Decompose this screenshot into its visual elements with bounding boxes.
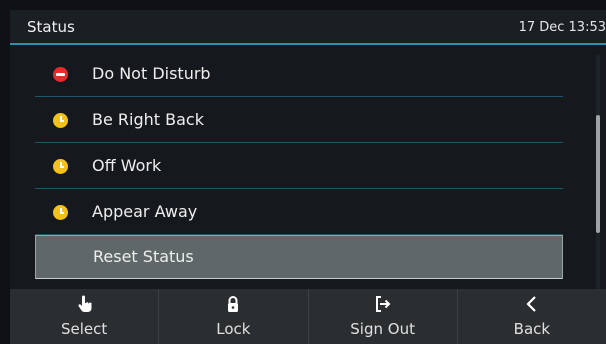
back-softkey-label: Back (513, 320, 551, 338)
back-softkey[interactable]: Back (458, 289, 606, 344)
phone-screen: Status 17 Dec 13:53 Do Not Disturb Be Ri… (10, 10, 606, 344)
status-item-label: Be Right Back (92, 110, 204, 129)
scrollbar[interactable] (596, 55, 600, 291)
status-item-label: Off Work (92, 156, 162, 175)
header-bar: Status 17 Dec 13:53 (10, 10, 606, 45)
status-item-be-right-back[interactable]: Be Right Back (35, 99, 563, 143)
select-softkey[interactable]: Select (10, 289, 160, 344)
hand-pointer-icon (78, 295, 92, 312)
lock-icon (228, 296, 239, 312)
status-item-label: Do Not Disturb (92, 64, 211, 83)
sign-out-softkey[interactable]: Sign Out (309, 289, 458, 344)
lock-softkey-label: Lock (216, 320, 251, 338)
do-not-disturb-icon (53, 67, 68, 82)
status-item-label: Appear Away (92, 202, 198, 221)
sign-out-softkey-label: Sign Out (350, 320, 415, 338)
status-item-label: Reset Status (93, 247, 194, 266)
status-item-appear-away[interactable]: Appear Away (35, 191, 563, 235)
clock-icon (53, 159, 68, 174)
status-item-do-not-disturb[interactable]: Do Not Disturb (35, 53, 563, 97)
softkey-bar: Select Lock Sign Out Back (10, 289, 606, 344)
status-item-off-work[interactable]: Off Work (35, 145, 563, 189)
clock-icon (53, 113, 68, 128)
lock-softkey[interactable]: Lock (159, 289, 309, 344)
sign-out-icon (375, 296, 391, 312)
select-softkey-label: Select (60, 320, 108, 338)
page-title: Status (27, 18, 75, 36)
datetime: 17 Dec 13:53 (518, 20, 606, 35)
chevron-left-icon (526, 296, 536, 312)
scrollbar-thumb[interactable] (596, 115, 600, 233)
status-item-reset-status[interactable]: Reset Status (35, 235, 563, 279)
status-list: Do Not Disturb Be Right Back Off Work Ap… (10, 53, 606, 289)
clock-icon (53, 205, 68, 220)
